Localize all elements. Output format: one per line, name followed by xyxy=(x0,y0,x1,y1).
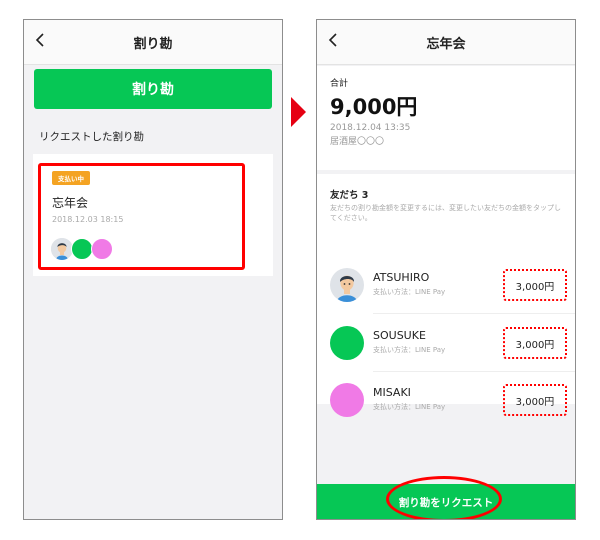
page-title: 忘年会 xyxy=(426,36,466,52)
nav-bar: 忘年会 xyxy=(317,20,575,65)
section-label: リクエストした割り勘 xyxy=(39,131,144,143)
friend-amount[interactable]: 3,000円 xyxy=(503,269,567,301)
right-arrow-icon xyxy=(291,97,306,127)
friend-row: MISAKI 支払い方法：LINE Pay 3,000円 xyxy=(317,371,575,429)
friends-title: 友だち 3 xyxy=(330,190,369,201)
payment-method: 支払い方法：LINE Pay xyxy=(373,403,446,411)
event-datetime: 2018.12.04 13:35 xyxy=(330,123,411,133)
back-arrow-icon[interactable] xyxy=(323,29,345,51)
person-avatar-icon xyxy=(330,268,364,302)
payment-method: 支払い方法：LINE Pay xyxy=(373,288,446,296)
friends-description: 友だちの割り勘金額を変更するには、変更したい友だちの金額をタップしてください。 xyxy=(330,204,561,222)
friend-row: ATSUHIRO 支払い方法：LINE Pay 3,000円 xyxy=(317,256,575,314)
right-phone-screen: 忘年会 合計 9,000円 2018.12.04 13:35 居酒屋〇〇〇 友だ… xyxy=(316,19,576,520)
warikan-button[interactable]: 割り勘 xyxy=(34,69,272,109)
friend-name: ATSUHIRO xyxy=(373,271,430,284)
total-label: 合計 xyxy=(330,79,349,89)
left-phone-screen: 割り勘 割り勘 リクエストした割り勘 支払い中 忘年会 2018.12.03 1… xyxy=(23,19,283,520)
friend-name: SOUSUKE xyxy=(373,329,426,342)
friend-amount[interactable]: 3,000円 xyxy=(503,384,567,416)
highlight-oval xyxy=(386,476,502,519)
back-arrow-icon[interactable] xyxy=(30,29,52,51)
total-amount: 9,000円 xyxy=(330,95,418,119)
page-title: 割り勘 xyxy=(133,36,173,52)
pink-avatar xyxy=(330,383,364,417)
highlight-box xyxy=(38,163,245,270)
event-place: 居酒屋〇〇〇 xyxy=(330,137,385,147)
friend-name: MISAKI xyxy=(373,386,411,399)
nav-bar: 割り勘 xyxy=(24,20,282,65)
